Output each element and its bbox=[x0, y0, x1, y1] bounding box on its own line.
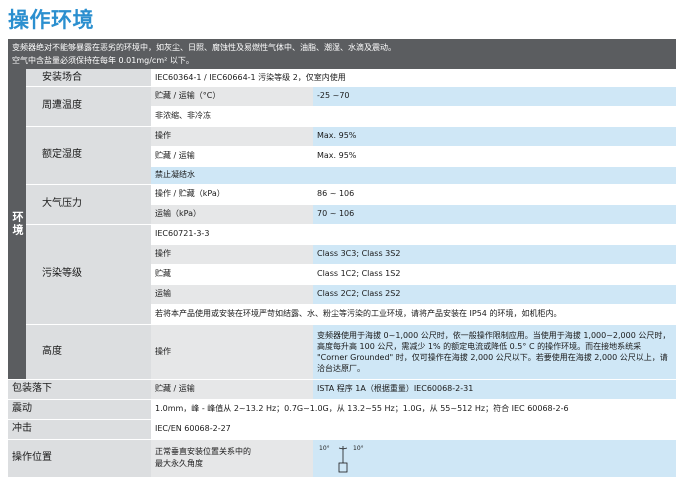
pressure-label: 大气压力 bbox=[26, 184, 151, 224]
ambient-temp-storage-label: 贮藏 / 运输（°C） bbox=[151, 86, 313, 106]
page-title: 操作环境 bbox=[8, 8, 94, 32]
impact-label: 冲击 bbox=[8, 419, 151, 439]
pollution-storage-value: Class 1C2; Class 1S2 bbox=[313, 264, 676, 284]
pollution-standard: IEC60721-3-3 bbox=[151, 224, 676, 244]
position-label: 操作位置 bbox=[8, 439, 151, 477]
ambient-temp-storage-value: -25 ~70 bbox=[313, 86, 676, 106]
pollution-label: 污染等级 bbox=[26, 224, 151, 324]
mounting-angle-icon: 10° 10° bbox=[319, 445, 364, 473]
pollution-operation-label: 操作 bbox=[151, 244, 313, 264]
spec-table: 环境 安装场合 IEC60364-1 / IEC60664-1 污染等级 2，仅… bbox=[8, 69, 676, 477]
pollution-transport-label: 运输 bbox=[151, 284, 313, 304]
intro-line-2: 空气中含盐量必须保持在每年 0.01mg/cm² 以下。 bbox=[12, 56, 194, 65]
pressure-op-storage-label: 操作 / 贮藏（kPa） bbox=[151, 184, 313, 204]
position-sub-line-2: 最大永久角度 bbox=[155, 459, 203, 468]
intro-banner: 变频器绝对不能够暴露在恶劣的环境中，如灰尘、日照、腐蚀性及易燃性气体中、油脂、潮… bbox=[8, 39, 676, 69]
position-value: 10° 10° bbox=[313, 439, 676, 477]
altitude-label: 高度 bbox=[26, 324, 151, 379]
rated-humidity-label: 额定湿度 bbox=[26, 126, 151, 184]
humidity-storage-value: Max. 95% bbox=[313, 146, 676, 166]
altitude-operation-label: 操作 bbox=[151, 324, 313, 379]
vibration-label: 震动 bbox=[8, 399, 151, 419]
pollution-transport-value: Class 2C2; Class 2S2 bbox=[313, 284, 676, 304]
humidity-storage-label: 贮藏 / 运输 bbox=[151, 146, 313, 166]
pollution-note: 若将本产品使用或安装在环境严苛如结露、水、粉尘等污染的工业环境，请将产品安装在 … bbox=[151, 304, 676, 324]
environment-side-label: 环境 bbox=[8, 69, 26, 379]
ambient-temp-note: 非浓缩、非冷冻 bbox=[151, 106, 676, 126]
angle-right-text: 10° bbox=[353, 445, 364, 452]
impact-value: IEC/EN 60068-2-27 bbox=[151, 419, 676, 439]
position-sub-line-1: 正常垂直安装位置关系中的 bbox=[155, 447, 251, 456]
humidity-operation-value: Max. 95% bbox=[313, 126, 676, 146]
ambient-temp-label: 周遭温度 bbox=[26, 86, 151, 126]
pressure-op-storage-value: 86 ~ 106 bbox=[313, 184, 676, 204]
pollution-operation-value: Class 3C3; Class 3S2 bbox=[313, 244, 676, 264]
packing-drop-value: ISTA 程序 1A（根据重量）IEC60068-2-31 bbox=[313, 379, 676, 399]
angle-left-text: 10° bbox=[319, 445, 330, 452]
packing-drop-sub: 贮藏 / 运输 bbox=[151, 379, 313, 399]
pollution-storage-label: 贮藏 bbox=[151, 264, 313, 284]
install-site-value: IEC60364-1 / IEC60664-1 污染等级 2，仅室内使用 bbox=[151, 69, 676, 86]
humidity-note: 禁止凝结水 bbox=[151, 166, 676, 184]
pressure-transport-value: 70 ~ 106 bbox=[313, 204, 676, 224]
packing-drop-label: 包装落下 bbox=[8, 379, 151, 399]
position-sub: 正常垂直安装位置关系中的 最大永久角度 bbox=[151, 439, 313, 477]
vibration-value: 1.0mm，峰 - 峰值从 2~13.2 Hz；0.7G~1.0G，从 13.2… bbox=[151, 399, 676, 419]
pressure-transport-label: 运输（kPa） bbox=[151, 204, 313, 224]
humidity-operation-label: 操作 bbox=[151, 126, 313, 146]
altitude-value: 变频器使用于海拔 0~1,000 公尺时，依一般操作限制应用。当使用于海拔 1,… bbox=[313, 324, 676, 379]
install-site-label: 安装场合 bbox=[26, 69, 151, 86]
intro-line-1: 变频器绝对不能够暴露在恶劣的环境中，如灰尘、日照、腐蚀性及易燃性气体中、油脂、潮… bbox=[12, 43, 396, 52]
